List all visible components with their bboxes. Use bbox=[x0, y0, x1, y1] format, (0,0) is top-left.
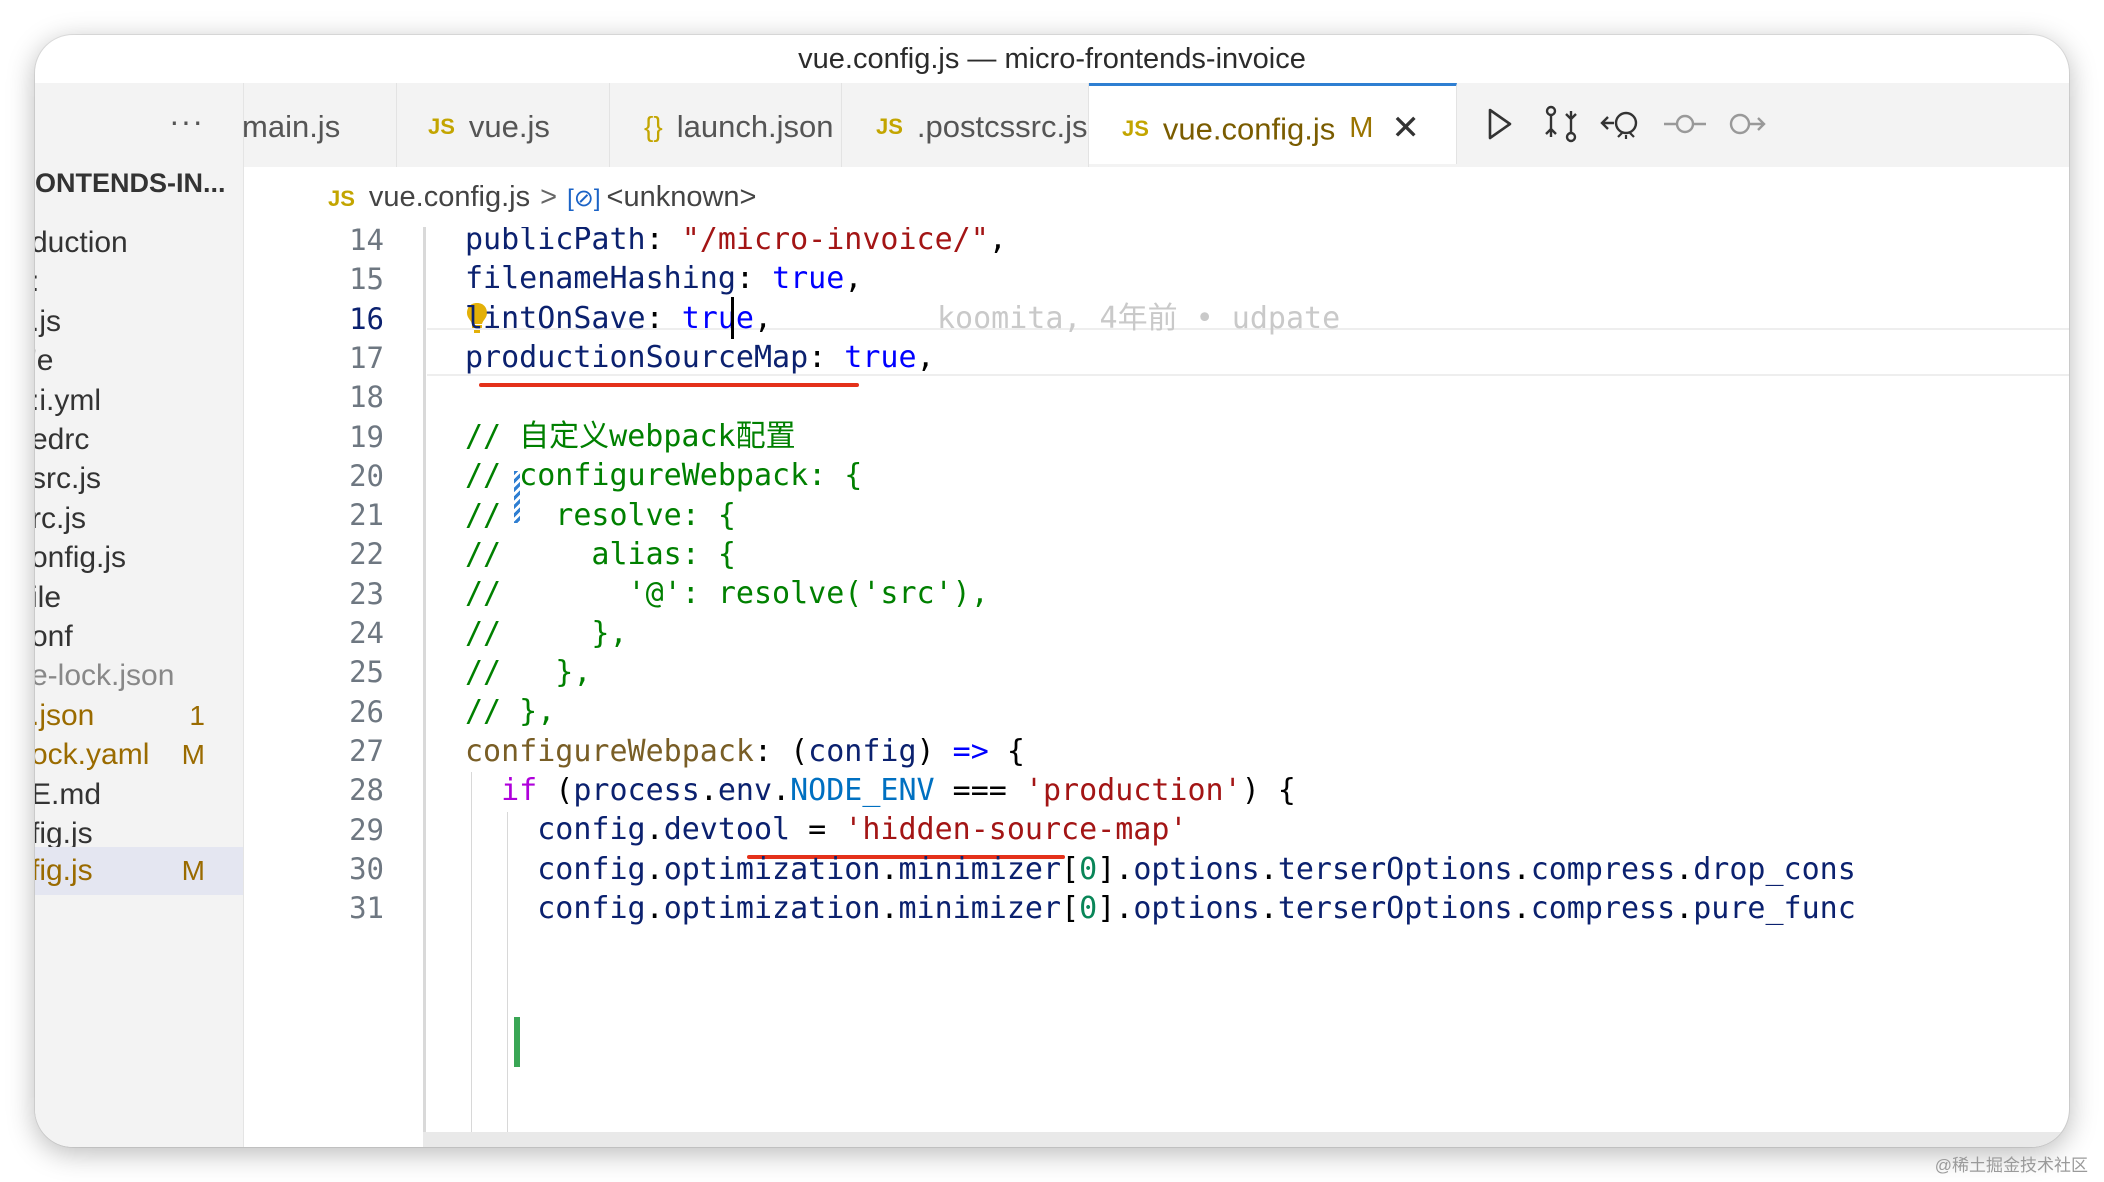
file-status-badge: M bbox=[181, 855, 205, 887]
breadcrumb-separator: > bbox=[540, 181, 558, 213]
watermark: @稀土掘金技术社区 bbox=[1934, 1156, 2088, 1175]
explorer-project-header[interactable]: ONTENDS-IN... bbox=[35, 168, 226, 199]
tab-postcssrc-js[interactable]: JS .postcssrc.js bbox=[842, 83, 1089, 167]
breadcrumb-symbol[interactable]: <unknown> bbox=[607, 181, 757, 213]
compare-changes-icon[interactable] bbox=[1538, 101, 1584, 147]
symbol-variable-icon: [⊘] bbox=[567, 185, 601, 212]
json-file-icon: {} bbox=[644, 110, 663, 142]
code-line-31: config.optimization.minimizer[0].options… bbox=[537, 891, 1856, 926]
explorer-file-item[interactable]: fig.js M bbox=[35, 847, 243, 896]
line-number-gutter: 14 15 16 17 18 19 20 21 22 23 24 25 26 27 28 29 30 31 bbox=[244, 223, 520, 1147]
modified-badge: M bbox=[1349, 112, 1374, 145]
explorer-file-name: fig.js bbox=[35, 854, 93, 888]
breadcrumb-file[interactable]: vue.config.js bbox=[369, 181, 530, 213]
run-icon[interactable] bbox=[1476, 101, 1522, 147]
close-tab-icon[interactable]: ✕ bbox=[1391, 88, 1420, 164]
js-file-icon: JS bbox=[1122, 116, 1149, 142]
more-actions-icon[interactable]: ··· bbox=[169, 103, 204, 140]
code-editor[interactable]: publicPath: "/micro-invoice/", filenameH… bbox=[465, 227, 2069, 1132]
window-title: vue.config.js — micro-frontends-invoice bbox=[798, 43, 1306, 75]
tab-main-js[interactable]: main.js bbox=[242, 83, 397, 167]
js-file-icon: JS bbox=[428, 113, 455, 139]
gutter-divider bbox=[423, 227, 426, 1132]
js-file-icon: JS bbox=[328, 186, 355, 211]
breadcrumb: JS vue.config.js > [⊘] <unknown> bbox=[244, 167, 2069, 227]
tab-vue-js[interactable]: JS vue.js bbox=[398, 83, 610, 167]
red-underline-annotation bbox=[479, 383, 859, 387]
tab-launch-json[interactable]: {} launch.json bbox=[610, 83, 842, 167]
js-file-icon: JS bbox=[876, 113, 903, 139]
explorer-sidebar: ··· ONTENDS-IN... duction:.js'e:i.ymledr… bbox=[35, 83, 244, 1147]
horizontal-scrollbar[interactable] bbox=[423, 1132, 2069, 1147]
timeline-back-icon[interactable] bbox=[1600, 101, 1646, 147]
code-line-17: productionSourceMap: true, bbox=[465, 340, 935, 375]
next-change-icon[interactable] bbox=[1722, 101, 1768, 147]
line-number: 31 bbox=[349, 891, 384, 926]
editor-window: vue.config.js — micro-frontends-invoice … bbox=[35, 35, 2069, 1147]
previous-change-icon[interactable] bbox=[1662, 101, 1708, 147]
git-blame-annotation: koomita, 4年前 • udpate bbox=[937, 301, 1341, 336]
tab-bar: main.js JS vue.js {} launch.json JS .postcs… bbox=[242, 83, 2069, 168]
tab-vue-config-js[interactable]: JS vue.config.js M ✕ bbox=[1089, 83, 1457, 164]
